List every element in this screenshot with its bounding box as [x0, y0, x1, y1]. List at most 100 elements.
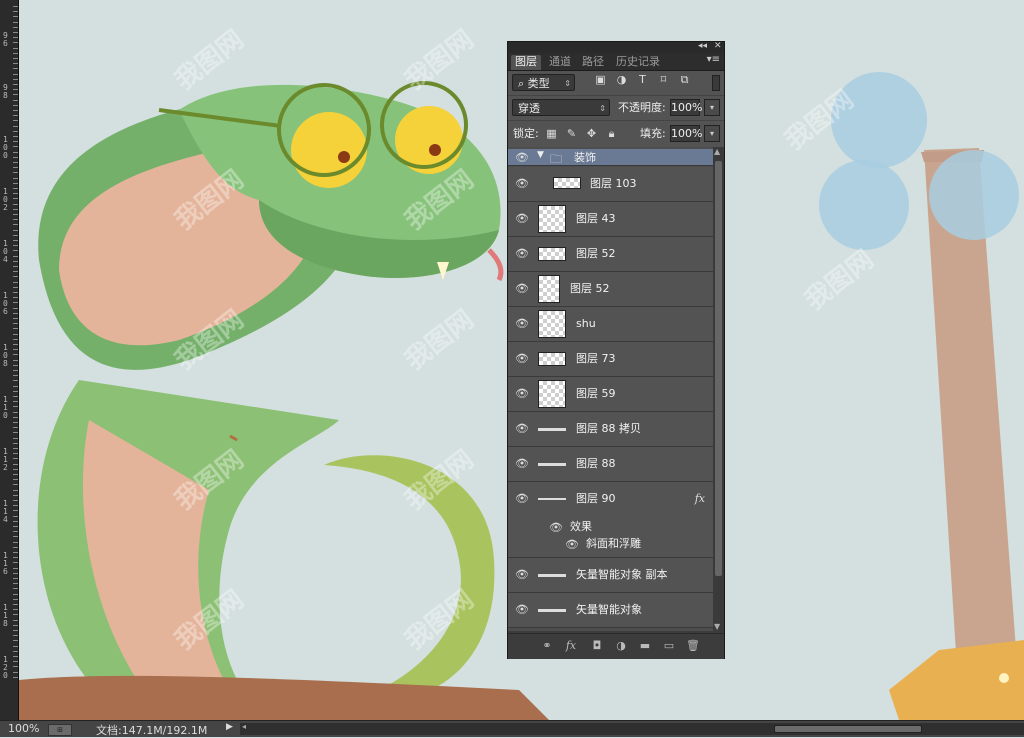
visibility-eye-icon[interactable]: 👁︎	[514, 248, 530, 260]
ruler-label: 98	[3, 83, 8, 100]
ruler-tick	[0, 21, 18, 23]
layer-thumbnail	[553, 177, 581, 189]
panel-menu-icon[interactable]: ▾≡	[707, 54, 720, 65]
proof-preview-icon[interactable]: ⊞	[48, 724, 72, 736]
layer-row[interactable]: 👁︎ 图层 103	[508, 167, 713, 202]
fill-input[interactable]: 100%	[670, 125, 702, 142]
lock-position-icon[interactable]: ✥	[585, 128, 598, 140]
layer-row[interactable]: 👁︎ 矢量智能对象	[508, 593, 713, 628]
new-group-icon[interactable]: ▬	[638, 639, 652, 653]
layer-row[interactable]: 👁︎ shu	[508, 307, 713, 342]
visibility-eye-icon[interactable]: 👁︎	[514, 353, 530, 365]
ruler-tick	[0, 42, 18, 44]
tab-paths[interactable]: 路径	[578, 55, 608, 70]
layer-name: 图层 43	[576, 212, 616, 225]
lock-all-icon[interactable]: 🔒︎	[605, 128, 618, 140]
ruler-tick	[0, 650, 18, 652]
visibility-eye-icon[interactable]: 👁︎	[514, 493, 530, 505]
shape-filter-icon[interactable]: ⌑	[657, 74, 670, 86]
ruler-tick	[0, 671, 18, 673]
visibility-eye-icon[interactable]: 👁︎	[514, 152, 530, 164]
ruler-tick	[0, 292, 18, 293]
visibility-eye-icon[interactable]: 👁︎	[514, 458, 530, 470]
layer-row[interactable]: 👁︎ 图层 59	[508, 377, 713, 412]
image-filter-icon[interactable]: ▣	[594, 74, 607, 86]
panel-titlebar[interactable]: ◂◂ ✕	[508, 41, 724, 53]
ruler-tick	[0, 286, 18, 288]
ruler-tick	[0, 110, 18, 111]
scrollbar-thumb[interactable]	[774, 725, 922, 733]
filter-type-select[interactable]: ⌕ 类型 ⇕	[512, 74, 575, 91]
status-menu-arrow-icon[interactable]: ▶	[226, 722, 233, 732]
visibility-eye-icon[interactable]: 👁︎	[514, 283, 530, 295]
layer-list[interactable]: 👁︎ ▼ 🗀︎ 装饰 👁︎ 图层 103 👁︎ 图层 43 👁︎ 图层 52 👁…	[508, 147, 713, 631]
scroll-down-icon[interactable]: ▼	[714, 622, 720, 631]
zoom-level[interactable]: 100%	[8, 722, 39, 735]
layer-thumbnail	[538, 609, 566, 612]
link-layers-icon[interactable]: ⚭	[540, 639, 554, 653]
lock-transparent-icon[interactable]: ▦	[545, 128, 558, 140]
ruler-tick	[0, 68, 18, 70]
collapse-panel-icon[interactable]: ◂◂	[698, 41, 707, 51]
layer-group-row[interactable]: 👁︎ ▼ 🗀︎ 装饰	[508, 149, 713, 166]
ruler-tick	[0, 401, 18, 403]
adjustment-icon[interactable]: ◑	[614, 639, 628, 653]
ruler-tick	[0, 468, 18, 470]
layer-list-scrollbar[interactable]: ▲ ▼	[713, 147, 724, 631]
layer-row[interactable]: 👁︎ 图层 73	[508, 342, 713, 377]
visibility-eye-icon[interactable]: 👁︎	[514, 318, 530, 330]
blend-mode-select[interactable]: 穿透 ⇕	[512, 99, 610, 116]
layer-row[interactable]: 👁︎ 矢量智能对象 副本	[508, 558, 713, 593]
filter-type-label: 类型	[527, 77, 550, 90]
layer-row[interactable]: 👁︎ 图层 43	[508, 202, 713, 237]
ruler-tick	[0, 255, 18, 257]
adjustment-filter-icon[interactable]: ◑	[615, 74, 628, 86]
ruler-tick	[0, 328, 18, 330]
mask-icon[interactable]: ◘	[590, 639, 604, 653]
tab-history[interactable]: 历史记录	[612, 55, 664, 70]
ruler-tick	[0, 442, 18, 444]
visibility-eye-icon[interactable]: 👁︎	[514, 569, 530, 581]
layer-effects-icon[interactable]: fx	[695, 492, 705, 505]
ruler-tick	[0, 193, 18, 195]
blend-mode-value: 穿透	[518, 102, 540, 115]
layer-row[interactable]: 👁︎ 图层 52	[508, 237, 713, 272]
ruler-tick	[0, 229, 18, 231]
layer-row[interactable]: 👁︎ 图层 90 fx 👁︎ 效果 👁︎ 斜面和浮雕	[508, 482, 713, 558]
ruler-tick	[0, 162, 18, 163]
visibility-eye-icon[interactable]: 👁︎	[514, 388, 530, 400]
fill-dropdown[interactable]: ▾	[704, 125, 720, 142]
type-filter-icon[interactable]: T	[636, 74, 649, 86]
close-panel-icon[interactable]: ✕	[714, 41, 722, 51]
layer-row[interactable]: 👁︎ 图层 88	[508, 447, 713, 482]
trash-icon[interactable]: 🗑︎	[686, 639, 700, 653]
tab-channels[interactable]: 通道	[545, 55, 575, 70]
opacity-input[interactable]: 100%	[670, 99, 702, 116]
ruler-tick	[0, 203, 18, 205]
visibility-eye-icon[interactable]: 👁︎	[514, 178, 530, 190]
visibility-eye-icon[interactable]: 👁︎	[514, 213, 530, 225]
ruler-tick	[0, 182, 18, 184]
scroll-left-icon[interactable]: ◂	[242, 722, 246, 731]
fx-icon[interactable]: fx	[564, 639, 578, 653]
scroll-up-icon[interactable]: ▲	[714, 147, 720, 156]
lock-paint-icon[interactable]: ✎	[565, 128, 578, 140]
filter-toggle-switch[interactable]	[712, 75, 720, 91]
layer-row[interactable]: 👁︎ 图层 52	[508, 272, 713, 307]
tab-layers[interactable]: 图层	[511, 55, 541, 70]
disclosure-triangle-icon[interactable]: ▼	[537, 150, 544, 160]
vertical-ruler[interactable]: 96 98 100 102 104 106 108 110 112 114 116 118 120	[0, 0, 19, 720]
new-layer-icon[interactable]: ▭	[662, 639, 676, 653]
horizontal-scrollbar[interactable]: ◂	[240, 722, 1024, 735]
visibility-eye-icon[interactable]: 👁︎	[548, 522, 564, 534]
ruler-tick	[0, 479, 18, 481]
ruler-tick	[0, 52, 18, 54]
visibility-eye-icon[interactable]: 👁︎	[564, 539, 580, 551]
opacity-dropdown[interactable]: ▾	[704, 99, 720, 116]
layer-row[interactable]: 👁︎ 图层 88 拷贝	[508, 412, 713, 447]
layers-panel[interactable]: ◂◂ ✕ 图层 通道 路径 历史记录 ▾≡ ⌕ 类型 ⇕ ▣ ◑ T ⌑ ⧉ 穿透…	[507, 41, 725, 659]
scrollbar-thumb[interactable]	[715, 161, 722, 576]
visibility-eye-icon[interactable]: 👁︎	[514, 604, 530, 616]
visibility-eye-icon[interactable]: 👁︎	[514, 423, 530, 435]
smart-object-filter-icon[interactable]: ⧉	[678, 74, 691, 86]
